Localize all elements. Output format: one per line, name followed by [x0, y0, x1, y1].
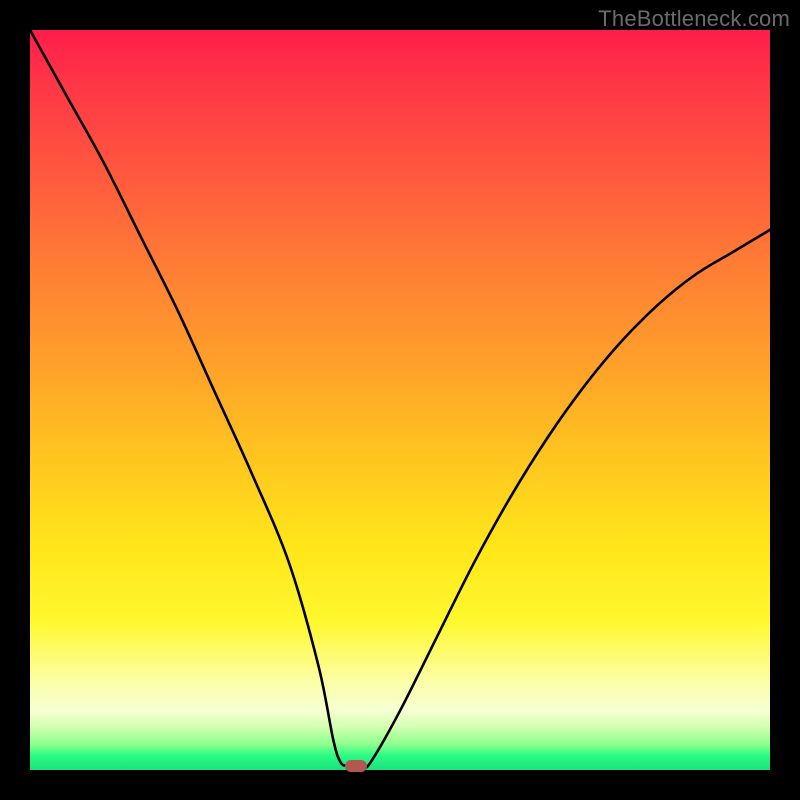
attribution-text: TheBottleneck.com: [598, 6, 790, 32]
minimum-marker: [345, 760, 367, 772]
bottleneck-curve: [30, 30, 770, 770]
chart-frame: TheBottleneck.com: [0, 0, 800, 800]
plot-area: [30, 30, 770, 770]
curve-path: [30, 30, 770, 767]
